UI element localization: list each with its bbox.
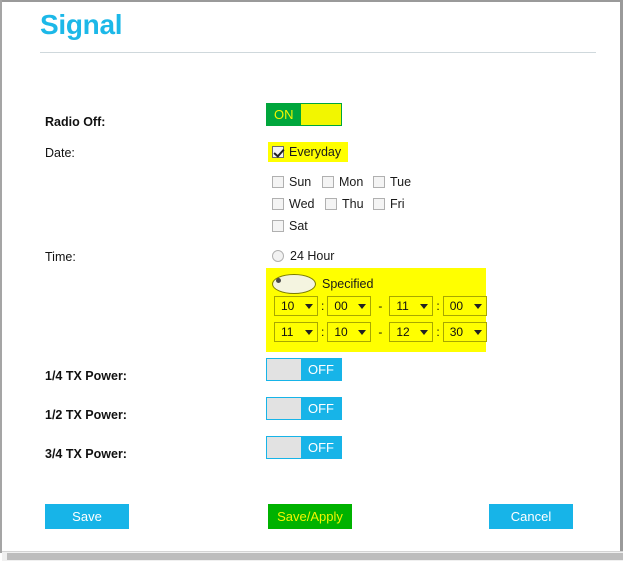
day-checkbox-item-thu[interactable]: Thu — [325, 197, 364, 211]
cancel-button[interactable]: Cancel — [489, 504, 573, 529]
chevron-down-icon — [358, 329, 367, 335]
save-button[interactable]: Save — [45, 504, 129, 529]
range1-colon-end: : — [436, 299, 440, 313]
radio-off-toggle[interactable]: ON — [266, 103, 342, 126]
time-label: Time: — [45, 250, 76, 264]
specified-time-panel: Specified 10 : 00 - 11 : 00 11: 10 - 12… — [266, 268, 487, 352]
tx-power-half-toggle[interactable]: OFF — [266, 397, 342, 420]
signal-settings-page: Signal Radio Off: ON Date: Everyday Sun … — [0, 0, 623, 561]
day-checkbox-item-mon[interactable]: Mon — [322, 175, 363, 189]
mon-checkbox[interactable] — [322, 176, 334, 188]
page-title: Signal — [40, 9, 123, 40]
radio-off-label: Radio Off: — [45, 115, 106, 129]
sat-label: Sat — [289, 219, 308, 233]
range2-end-minute-value: 30 — [449, 325, 464, 339]
range2-start-hour-value: 11 — [281, 325, 294, 339]
time-mode-specified-item[interactable]: Specified — [272, 274, 373, 294]
chevron-down-icon — [473, 303, 482, 309]
tue-label: Tue — [390, 175, 412, 189]
radio-off-toggle-knob[interactable] — [300, 104, 341, 125]
thu-label: Thu — [342, 197, 364, 211]
wed-label: Wed — [289, 197, 315, 211]
tx-power-quarter-toggle[interactable]: OFF — [266, 358, 342, 381]
date-label: Date: — [45, 146, 75, 160]
range1-end-minute-select[interactable]: 00 — [442, 296, 487, 316]
range1-colon-start: : — [321, 299, 325, 313]
range2-colon-end: : — [436, 325, 440, 339]
window-left-border — [0, 0, 2, 553]
tx-power-half-toggle-knob[interactable] — [267, 398, 301, 419]
range1-start-minute-value: 00 — [334, 299, 348, 313]
day-checkbox-item-sat[interactable]: Sat — [272, 219, 308, 233]
tx-power-quarter-toggle-state: OFF — [308, 362, 334, 377]
tx-power-three-quarter-toggle-knob[interactable] — [267, 437, 301, 458]
everyday-label: Everyday — [289, 145, 342, 159]
time-mode-24hour-radio[interactable] — [272, 250, 284, 262]
range1-end-hour-value: 11 — [396, 299, 409, 313]
range1-separator: - — [378, 299, 383, 313]
chevron-down-icon — [305, 303, 313, 309]
range2-end-minute-select[interactable]: 30 — [442, 322, 487, 342]
thu-checkbox[interactable] — [325, 198, 337, 210]
chevron-down-icon — [358, 303, 367, 309]
range1-start-hour-select[interactable]: 10 — [274, 296, 318, 316]
range2-start-minute-select[interactable]: 10 — [327, 322, 372, 342]
chevron-down-icon — [305, 329, 313, 335]
day-checkbox-item-sun[interactable]: Sun — [272, 175, 311, 189]
time-mode-specified-radio[interactable] — [272, 274, 316, 294]
range2-separator: - — [378, 325, 383, 339]
horizontal-scrollbar-track[interactable] — [2, 551, 623, 561]
everyday-checkbox[interactable] — [272, 146, 284, 158]
tx-power-quarter-toggle-knob[interactable] — [267, 359, 301, 380]
save-apply-button[interactable]: Save/Apply — [268, 504, 352, 529]
range1-start-minute-select[interactable]: 00 — [327, 296, 372, 316]
time-mode-24hour-item[interactable]: 24 Hour — [272, 249, 334, 263]
range1-end-minute-value: 00 — [449, 299, 464, 313]
range2-colon-start: : — [321, 325, 325, 339]
chevron-down-icon — [473, 329, 482, 335]
time-mode-specified-label: Specified — [322, 277, 374, 291]
day-checkbox-item-fri[interactable]: Fri — [373, 197, 405, 211]
fri-label: Fri — [390, 197, 405, 211]
tx-power-half-toggle-state: OFF — [308, 401, 334, 416]
time-range-row-1: 10 : 00 - 11 : 00 — [274, 296, 487, 316]
wed-checkbox[interactable] — [272, 198, 284, 210]
sun-label: Sun — [289, 175, 312, 189]
range2-end-hour-value: 12 — [396, 325, 410, 339]
sat-checkbox[interactable] — [272, 220, 284, 232]
time-mode-24hour-label: 24 Hour — [290, 249, 335, 263]
mon-label: Mon — [339, 175, 364, 189]
everyday-checkbox-item[interactable]: Everyday — [268, 142, 349, 162]
tx-power-quarter-label: 1/4 TX Power: — [45, 369, 127, 383]
time-range-row-2: 11 : 10 - 12 : 30 — [274, 322, 487, 342]
day-checkbox-item-tue[interactable]: Tue — [373, 175, 411, 189]
day-checkbox-item-wed[interactable]: Wed — [272, 197, 314, 211]
window-top-border — [0, 0, 623, 2]
radio-off-toggle-state: ON — [274, 107, 294, 122]
tx-power-three-quarter-toggle-state: OFF — [308, 440, 334, 455]
chevron-down-icon — [420, 329, 429, 335]
range1-end-hour-select[interactable]: 11 — [389, 296, 434, 316]
sun-checkbox[interactable] — [272, 176, 284, 188]
tue-checkbox[interactable] — [373, 176, 385, 188]
range2-start-minute-value: 10 — [334, 325, 348, 339]
range2-end-hour-select[interactable]: 12 — [389, 322, 434, 342]
tx-power-three-quarter-toggle[interactable]: OFF — [266, 436, 342, 459]
tx-power-half-label: 1/2 TX Power: — [45, 408, 127, 422]
range1-start-hour-value: 10 — [281, 299, 295, 313]
chevron-down-icon — [420, 303, 429, 309]
fri-checkbox[interactable] — [373, 198, 385, 210]
tx-power-three-quarter-label: 3/4 TX Power: — [45, 447, 127, 461]
title-divider — [40, 52, 596, 53]
range2-start-hour-select[interactable]: 11 — [274, 322, 318, 342]
horizontal-scrollbar-thumb[interactable] — [7, 553, 623, 560]
